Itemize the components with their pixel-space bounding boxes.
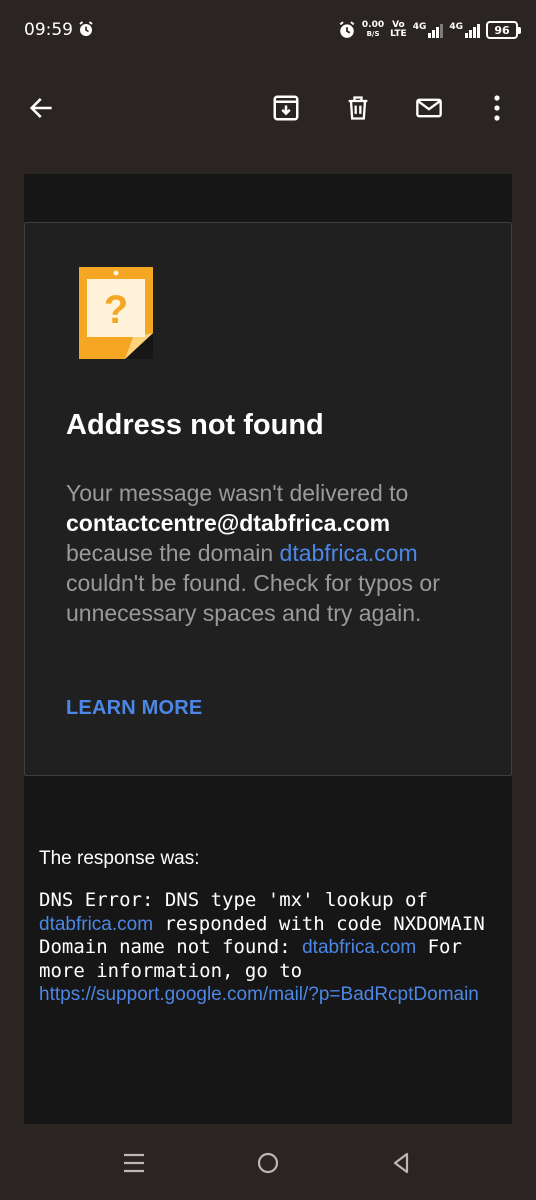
recent-apps-button[interactable]: [114, 1146, 154, 1180]
volte-indicator: Vo LTE: [390, 20, 407, 39]
bounce-card: ? Address not found Your message wasn't …: [24, 222, 512, 776]
question-note-icon: ?: [79, 267, 153, 359]
home-button[interactable]: [248, 1146, 288, 1180]
back-nav-button[interactable]: [381, 1146, 421, 1180]
learn-more-button[interactable]: LEARN MORE: [66, 697, 202, 720]
system-nav-bar: [0, 1124, 536, 1200]
archive-icon: [273, 95, 299, 121]
delete-button[interactable]: [338, 88, 378, 128]
alarm-icon: [339, 21, 355, 38]
back-button[interactable]: [21, 88, 61, 128]
app-toolbar: [0, 60, 536, 156]
domain-link[interactable]: dtabfrica.com: [302, 937, 416, 958]
signal-icon: 4G: [449, 22, 480, 38]
alarm-icon: [79, 21, 93, 36]
card-title: Address not found: [66, 409, 324, 441]
signal-icon: 4G: [413, 22, 444, 38]
domain-link[interactable]: dtabfrica.com: [39, 914, 153, 935]
home-circle-icon: [257, 1152, 279, 1174]
card-message: Your message wasn't delivered to contact…: [66, 480, 440, 626]
mark-unread-button[interactable]: [409, 88, 449, 128]
status-time: 09:59: [24, 20, 73, 40]
support-link[interactable]: https://support.google.com/mail/?p=BadRc…: [39, 984, 479, 1005]
status-icons: 0.00 B/S Vo LTE 4G 4G 96: [338, 16, 521, 44]
more-options-button[interactable]: [477, 88, 517, 128]
network-speed: 0.00 B/S: [361, 20, 385, 39]
response-text: DNS Error: DNS type 'mx' lookup of dtabf…: [39, 889, 497, 1005]
archive-button[interactable]: [266, 88, 306, 128]
domain-link[interactable]: dtabfrica.com: [280, 540, 418, 566]
envelope-icon: [416, 98, 442, 118]
arrow-left-icon: [29, 98, 52, 118]
status-bar: 09:59 0.00 B/S Vo LTE 4G 4G 96: [0, 0, 536, 60]
battery-icon: 96: [486, 21, 521, 39]
svg-text:?: ?: [104, 288, 128, 332]
recipient-address: contactcentre@dtabfrica.com: [66, 510, 391, 536]
trash-icon: [348, 96, 368, 120]
triangle-back-icon: [393, 1152, 409, 1174]
more-vertical-icon: [494, 95, 500, 121]
response-label: The response was:: [39, 848, 200, 869]
menu-icon: [124, 1153, 144, 1173]
